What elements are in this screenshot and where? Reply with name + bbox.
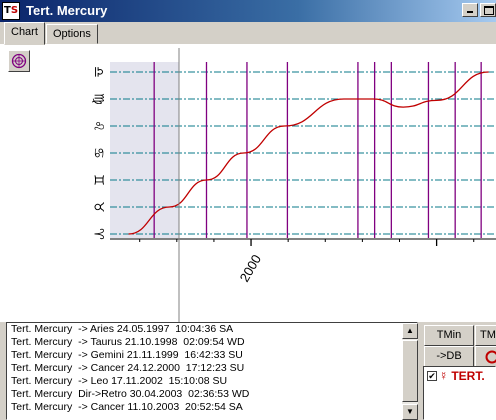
sign-glyph-label: ♋ [91, 147, 106, 159]
sign-glyph-label: ♈ [91, 228, 106, 240]
log-line[interactable]: Tert. Mercury -> Aries 24.05.1997 10:04:… [7, 323, 417, 336]
log-scrollbar[interactable]: ▲ ▼ [402, 323, 418, 420]
app-icon[interactable]: TS [2, 2, 20, 20]
sign-glyph-label: ♍ [91, 93, 106, 105]
to-db-button[interactable]: ->DB [424, 346, 474, 367]
title-bar: TS Tert. Mercury [0, 0, 496, 22]
tmax-button[interactable]: TMax [475, 325, 496, 346]
window-title: Tert. Mercury [26, 3, 108, 18]
chart-wheel-button[interactable] [8, 50, 30, 72]
log-line[interactable]: Tert. Mercury -> Gemini 21.11.1999 16:42… [7, 349, 417, 362]
planet-list: ✔ ☿ TERT. [423, 366, 496, 420]
ephemeris-chart: ♈ ♉ ♊ ♋ ♌ ♍ ♎ 2000 [91, 48, 496, 322]
log-line[interactable]: Tert. Mercury -> Taurus 21.10.1998 02:09… [7, 336, 417, 349]
log-line[interactable]: Tert. Mercury -> Leo 17.11.2002 15:10:08… [7, 375, 417, 388]
planet-checkbox[interactable]: ✔ [427, 371, 437, 381]
minimize-button[interactable] [462, 3, 478, 17]
past-region-shade [110, 62, 179, 238]
sign-glyph-label: ♌ [91, 120, 106, 132]
scroll-down-button[interactable]: ▼ [402, 404, 418, 420]
log-line[interactable]: Tert. Mercury -> Cancer 24.12.2000 17:12… [7, 362, 417, 375]
scroll-up-button[interactable]: ▲ [402, 323, 418, 339]
log-line[interactable]: Tert. Mercury -> Cancer 11.10.2003 20:52… [7, 401, 417, 414]
planet-label: ☿ TERT. [439, 369, 485, 383]
sign-glyph-label: ♎ [91, 66, 106, 78]
scroll-thumb[interactable] [402, 340, 418, 402]
tab-chart[interactable]: Chart [4, 22, 45, 45]
tab-options[interactable]: Options [46, 24, 98, 44]
tmin-button[interactable]: TMin [424, 325, 474, 346]
sign-glyph-label: ♊ [91, 174, 106, 186]
log-line[interactable]: Tert. Mercury Dir->Retro 30.04.2003 02:3… [7, 388, 417, 401]
stop-button[interactable] [475, 346, 496, 367]
ingress-log[interactable]: Tert. Mercury -> Aries 24.05.1997 10:04:… [6, 322, 418, 420]
zodiac-wheel-icon [11, 53, 27, 69]
x-axis-year-label: 2000 [237, 252, 264, 285]
stop-icon [485, 350, 496, 364]
sign-glyph-label: ♉ [91, 201, 106, 213]
maximize-button[interactable] [480, 3, 496, 17]
